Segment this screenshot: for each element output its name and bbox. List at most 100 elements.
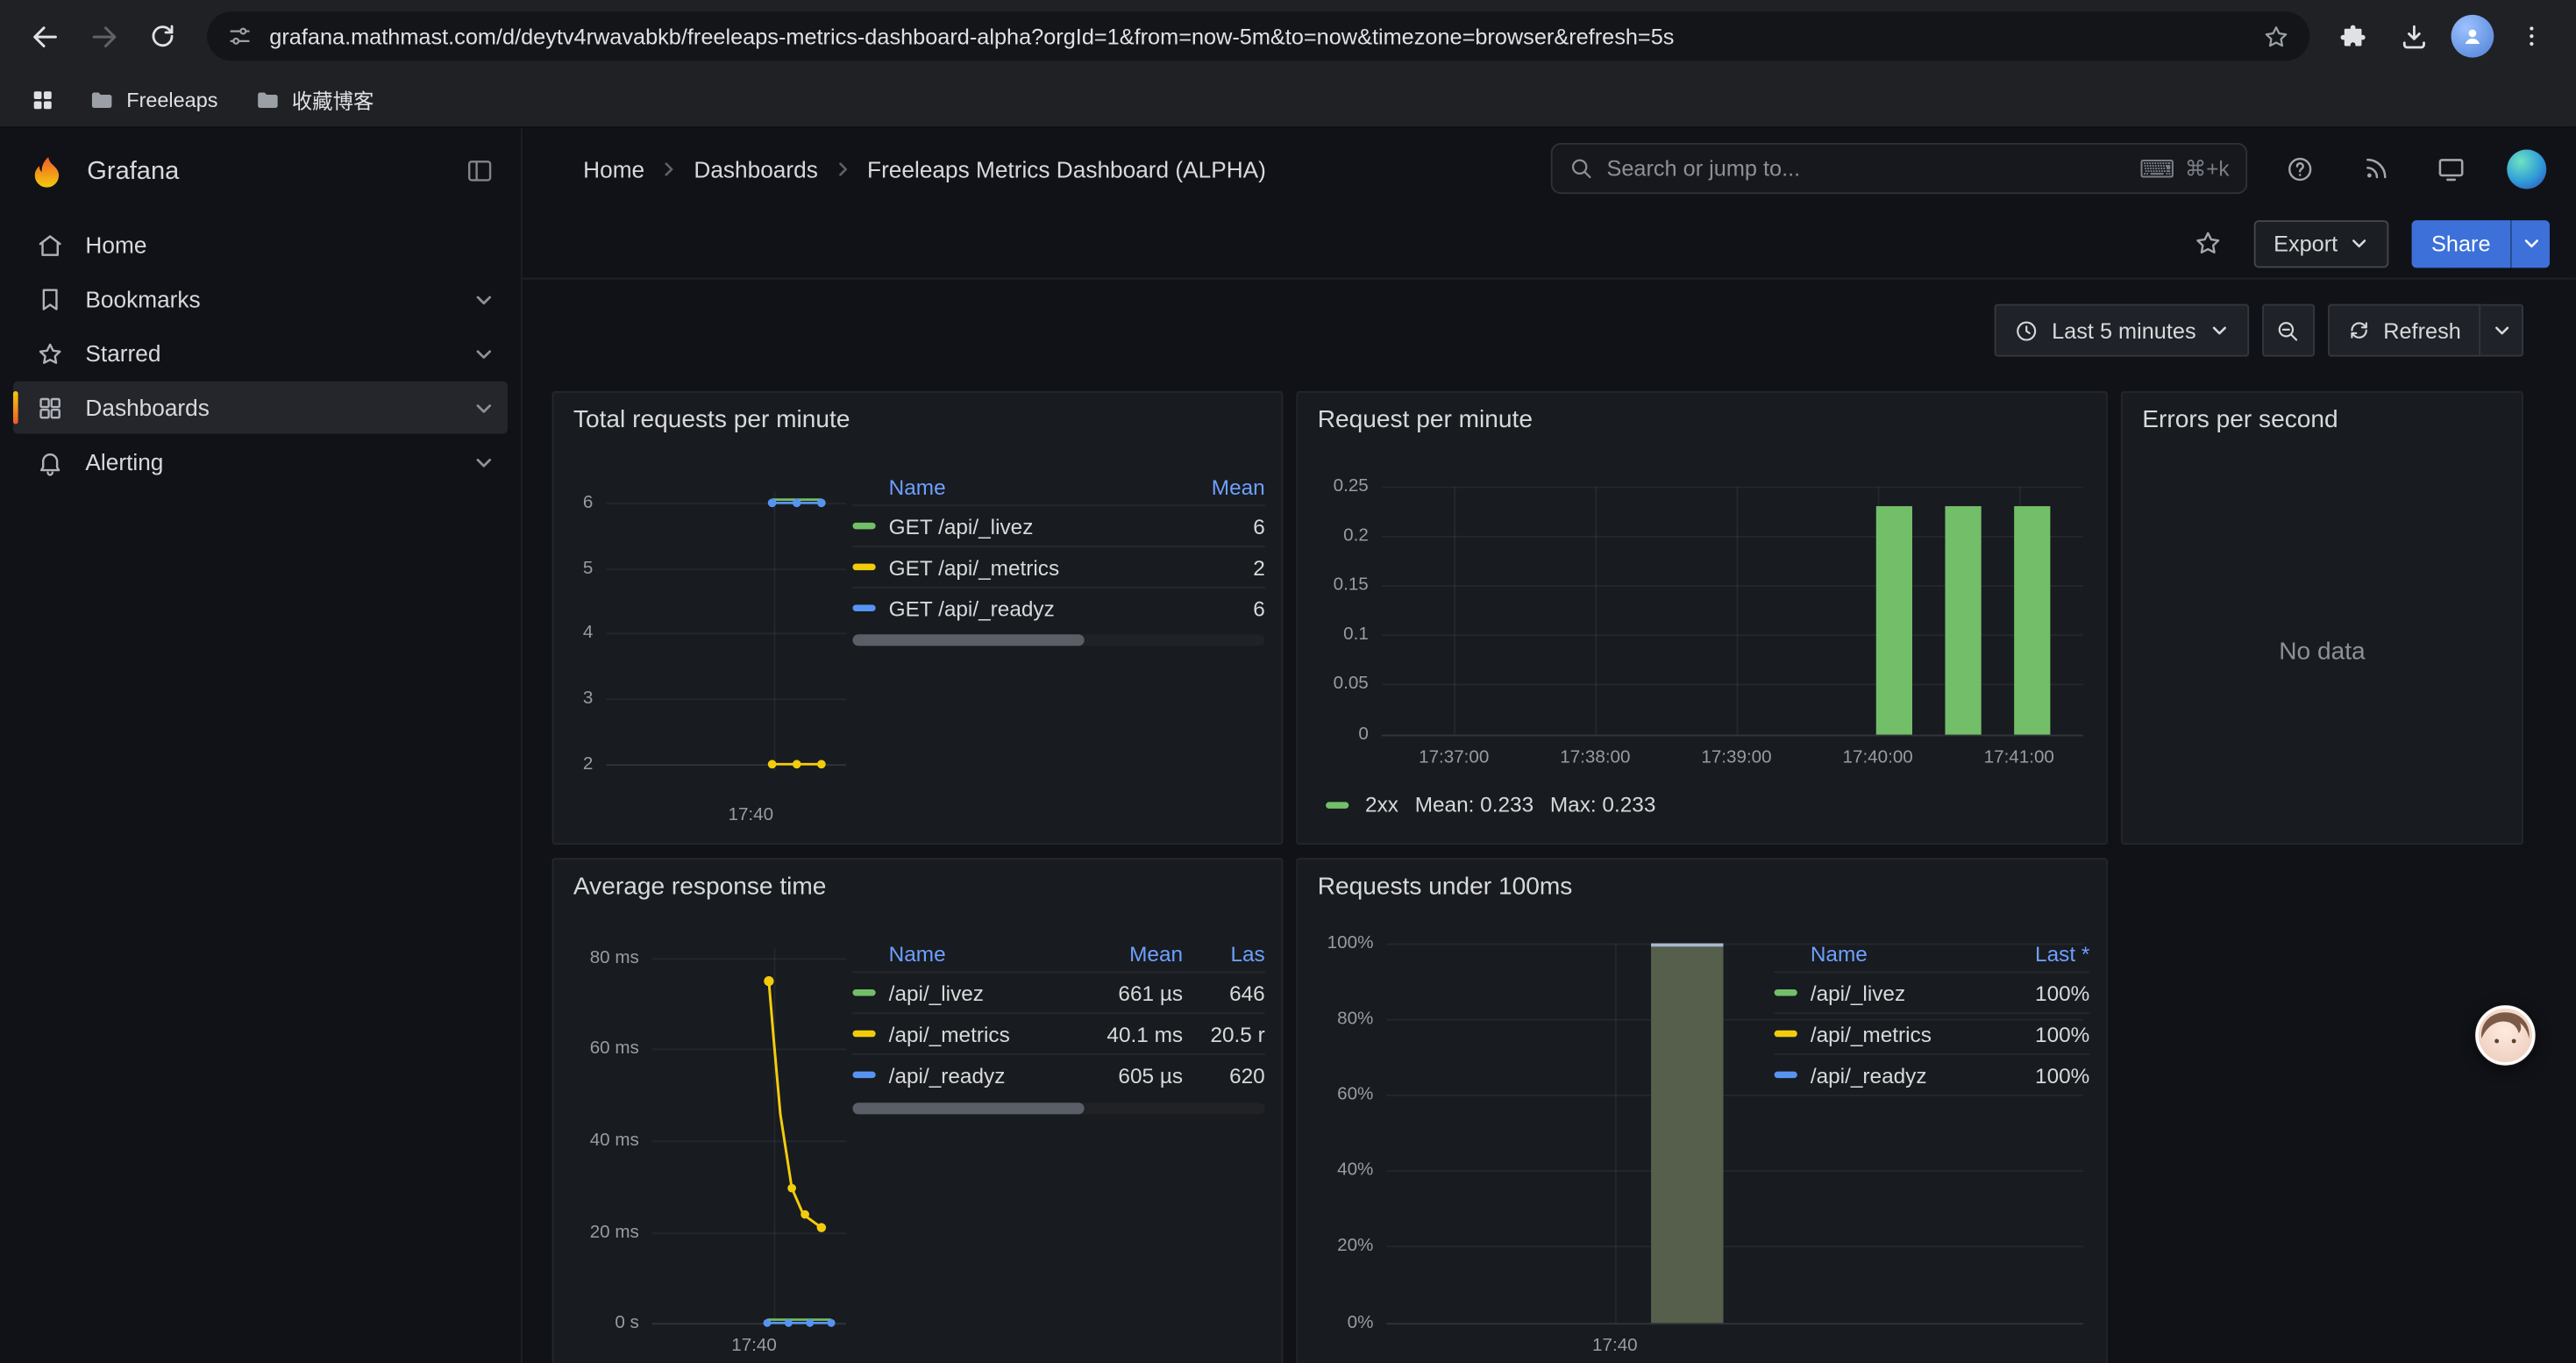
zoom-out-icon[interactable] <box>2262 304 2315 357</box>
legend-header: Name Mean <box>852 468 1264 504</box>
dashboards-icon <box>36 394 64 422</box>
tab-groups-icon[interactable] <box>19 76 65 122</box>
share-button[interactable]: Share <box>2412 219 2510 267</box>
refresh-interval-dropdown[interactable] <box>2480 304 2523 357</box>
series-color-dash <box>1326 801 1348 807</box>
search-box[interactable]: ⌨ ⌘+k <box>1551 143 2247 194</box>
series-color-dash <box>852 1072 875 1078</box>
sidebar-item-starred[interactable]: Starred <box>13 327 508 380</box>
star-icon <box>36 339 64 368</box>
breadcrumb-home[interactable]: Home <box>583 155 644 182</box>
bar-under-100ms <box>1651 944 1723 1324</box>
avatar-image <box>2474 1004 2537 1067</box>
panel-total-requests: Total requests per minute 6 5 4 3 2 <box>552 391 1284 845</box>
bookmark-label: 收藏博客 <box>292 84 374 116</box>
y-tick: 80% <box>1298 1009 1373 1028</box>
panel-title[interactable]: Total requests per minute <box>553 393 1281 434</box>
legend-header-last[interactable]: Last * <box>2008 941 2090 966</box>
bar-2xx <box>1945 506 1981 734</box>
series-name[interactable]: 2xx <box>1365 792 1398 817</box>
sidebar-item-home[interactable]: Home <box>13 218 508 271</box>
browser-profile-avatar[interactable] <box>2444 8 2501 64</box>
bookmark-label: Freeleaps <box>126 88 217 111</box>
share-dropdown-icon[interactable] <box>2510 219 2550 267</box>
breadcrumb-dashboards[interactable]: Dashboards <box>694 155 817 182</box>
screen: Freeleaps 收藏博客 Grafana <box>0 0 2576 1363</box>
legend: 2xx Mean: 0.233 Max: 0.233 <box>1326 792 1655 817</box>
legend-header: Name Mean Las <box>852 935 1264 971</box>
legend-row: GET /api/_metrics 2 <box>852 546 1264 587</box>
panel-title[interactable]: Requests under 100ms <box>1298 860 2106 901</box>
legend-header-name[interactable]: Name <box>1811 941 1995 966</box>
search-input[interactable] <box>1606 156 2126 181</box>
line-chart <box>600 488 846 781</box>
user-avatar[interactable] <box>2504 146 2550 191</box>
favorite-star-icon[interactable] <box>2185 220 2231 266</box>
bookmark-star-icon[interactable] <box>2262 22 2290 50</box>
browser-forward-button[interactable] <box>75 8 132 64</box>
chevron-down-icon[interactable] <box>473 396 495 417</box>
legend-header-last[interactable]: Las <box>1196 941 1265 966</box>
keyboard-icon: ⌨ <box>2139 153 2175 183</box>
x-tick: 17:41:00 <box>1984 748 2054 767</box>
sidebar-item-bookmarks[interactable]: Bookmarks <box>13 273 508 325</box>
address-bar[interactable] <box>207 11 2309 61</box>
downloads-icon[interactable] <box>2386 8 2442 64</box>
folder-icon <box>89 86 115 112</box>
sidebar-item-alerting[interactable]: Alerting <box>13 436 508 489</box>
chevron-down-icon[interactable] <box>473 451 495 472</box>
legend-header-mean[interactable]: Mean <box>1199 475 1265 499</box>
scrollbar-thumb[interactable] <box>852 634 1083 646</box>
panel-title[interactable]: Request per minute <box>1298 393 2106 434</box>
assistant-avatar-button[interactable] <box>2474 1004 2537 1067</box>
kiosk-monitor-icon[interactable] <box>2428 146 2473 191</box>
time-range-picker[interactable]: Last 5 minutes <box>1995 304 2249 357</box>
x-tick: 17:40 <box>1592 1336 1638 1355</box>
legend-row: /api/_metrics 100% <box>1775 1012 2090 1053</box>
y-tick: 100% <box>1298 933 1373 953</box>
rss-icon[interactable] <box>2352 146 2398 191</box>
export-button[interactable]: Export <box>2254 219 2389 267</box>
url-input[interactable] <box>269 24 2245 48</box>
refresh-button[interactable]: Refresh <box>2328 304 2481 357</box>
y-tick: 3 <box>553 689 593 708</box>
x-tick: 17:37:00 <box>1419 748 1489 767</box>
chevron-down-icon[interactable] <box>473 343 495 364</box>
legend-scrollbar <box>852 1103 1264 1114</box>
panel-title[interactable]: Average response time <box>553 860 1281 901</box>
legend-header-name[interactable]: Name <box>889 475 1186 499</box>
x-tick: 17:40 <box>731 1336 777 1355</box>
help-icon[interactable] <box>2277 146 2323 191</box>
browser-menu-icon[interactable] <box>2504 8 2560 64</box>
line-chart <box>645 942 859 1337</box>
panel-request-per-minute: Request per minute 0.25 0.2 0.15 0.1 0.0… <box>1296 391 2108 845</box>
legend-header-name[interactable]: Name <box>889 941 1058 966</box>
site-settings-icon[interactable] <box>227 23 253 49</box>
browser-reload-button[interactable] <box>135 8 191 64</box>
series-color-dash <box>1775 989 1797 995</box>
brand-name: Grafana <box>87 158 179 188</box>
scrollbar-thumb[interactable] <box>852 1103 1083 1114</box>
breadcrumb-current: Freeleaps Metrics Dashboard (ALPHA) <box>867 155 1266 182</box>
panel-title[interactable]: Errors per second <box>2123 393 2522 434</box>
grafana-app: Grafana Home Bookmarks <box>0 128 2576 1363</box>
dock-menu-icon[interactable] <box>465 155 495 189</box>
chevron-down-icon[interactable] <box>473 289 495 310</box>
legend-row: GET /api/_livez 6 <box>852 504 1264 546</box>
sidebar-item-dashboards[interactable]: Dashboards <box>13 382 508 434</box>
bookmark-blog-favorites[interactable]: 收藏博客 <box>241 78 388 121</box>
y-tick: 0.05 <box>1298 674 1369 693</box>
folder-icon <box>254 86 281 112</box>
no-data-message: No data <box>2123 459 2522 843</box>
extensions-icon[interactable] <box>2326 8 2382 64</box>
bookmark-freeleaps[interactable]: Freeleaps <box>75 78 231 121</box>
browser-back-button[interactable] <box>17 8 73 64</box>
time-controls: Last 5 minutes Refresh <box>1995 304 2523 357</box>
bar-2xx <box>2014 506 2050 734</box>
y-tick: 0.25 <box>1298 476 1369 496</box>
bar-2xx <box>1876 506 1912 734</box>
grafana-logo-icon[interactable] <box>26 152 68 193</box>
legend-header-mean[interactable]: Mean <box>1071 941 1183 966</box>
x-tick: 17:40:00 <box>1843 748 1913 767</box>
series-color-dash <box>1775 1072 1797 1078</box>
